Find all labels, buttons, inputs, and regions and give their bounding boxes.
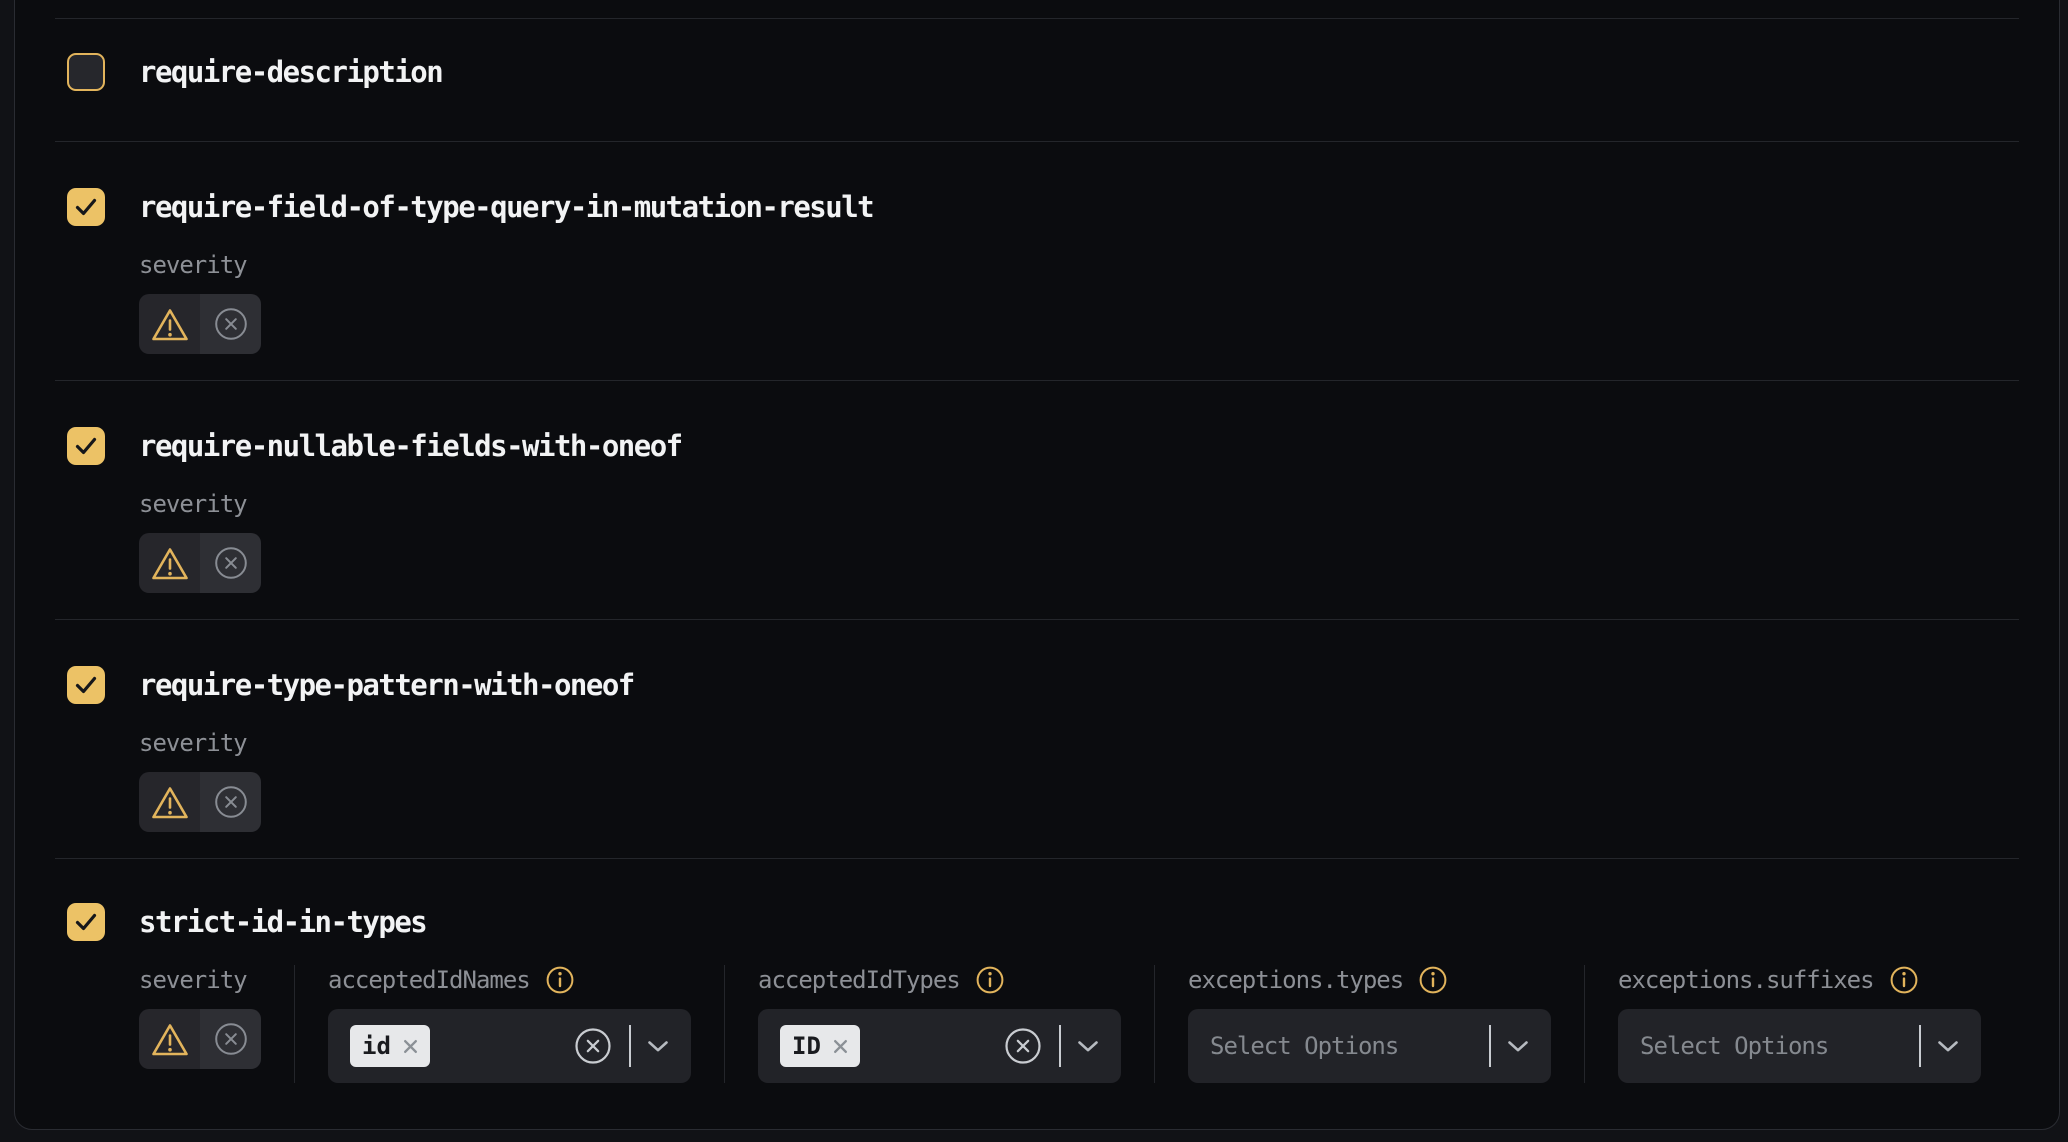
select-separator bbox=[1489, 1025, 1491, 1067]
exceptions-types-label: exceptions.types bbox=[1188, 966, 1403, 994]
severity-label: severity bbox=[139, 490, 247, 518]
checkmark-icon bbox=[74, 912, 98, 932]
selected-tag: id bbox=[350, 1025, 430, 1067]
clear-selection-icon[interactable] bbox=[1003, 1026, 1043, 1066]
acceptedIdNames-label: acceptedIdNames bbox=[328, 966, 530, 994]
rule-checkbox-checked[interactable] bbox=[67, 903, 105, 941]
info-circle-icon[interactable] bbox=[1889, 965, 1919, 995]
rule-row-require-nullable-fields-with-oneof: require-nullable-fields-with-oneof sever… bbox=[55, 380, 2019, 619]
exceptions-types-multiselect[interactable]: Select Options bbox=[1188, 1009, 1551, 1083]
rule-row-require-type-pattern-with-oneof: require-type-pattern-with-oneof severity bbox=[55, 619, 2019, 858]
circle-x-icon bbox=[213, 306, 249, 342]
rule-row-require-field-of-type-query-in-mutation-result: require-field-of-type-query-in-mutation-… bbox=[55, 141, 2019, 380]
column-divider bbox=[724, 965, 725, 1083]
rule-title: require-nullable-fields-with-oneof bbox=[139, 429, 682, 463]
acceptedIdTypes-option: acceptedIdTypes ID bbox=[758, 965, 1121, 1083]
tag-label: id bbox=[362, 1032, 391, 1060]
select-separator bbox=[629, 1025, 631, 1067]
severity-off-button[interactable] bbox=[200, 294, 261, 354]
acceptedIdTypes-label: acceptedIdTypes bbox=[758, 966, 960, 994]
select-separator bbox=[1919, 1025, 1921, 1067]
circle-x-icon bbox=[213, 545, 249, 581]
rule-title: strict-id-in-types bbox=[139, 905, 426, 939]
severity-label: severity bbox=[139, 729, 247, 757]
rules-config-panel: require-description require-field-of-typ… bbox=[14, 0, 2060, 1130]
info-circle-icon[interactable] bbox=[1418, 965, 1448, 995]
acceptedIdNames-multiselect[interactable]: id bbox=[328, 1009, 691, 1083]
severity-toggle-group bbox=[139, 1009, 261, 1069]
exceptions-types-option: exceptions.types Select Options bbox=[1188, 965, 1551, 1083]
severity-option: severity bbox=[139, 489, 2019, 593]
column-divider bbox=[294, 965, 295, 1083]
column-divider bbox=[1584, 965, 1585, 1083]
rule-title: require-field-of-type-query-in-mutation-… bbox=[139, 190, 873, 224]
warning-triangle-icon bbox=[150, 784, 190, 821]
acceptedIdTypes-multiselect[interactable]: ID bbox=[758, 1009, 1121, 1083]
rule-checkbox-checked[interactable] bbox=[67, 188, 105, 226]
checkmark-icon bbox=[74, 675, 98, 695]
chevron-down-icon[interactable] bbox=[1077, 1040, 1099, 1053]
severity-option: severity bbox=[139, 250, 2019, 354]
severity-warn-button[interactable] bbox=[139, 1009, 200, 1069]
chevron-down-icon[interactable] bbox=[647, 1040, 669, 1053]
info-circle-icon[interactable] bbox=[975, 965, 1005, 995]
rule-checkbox-checked[interactable] bbox=[67, 666, 105, 704]
severity-toggle-group bbox=[139, 533, 261, 593]
exceptions-suffixes-label: exceptions.suffixes bbox=[1618, 966, 1874, 994]
exceptions-suffixes-option: exceptions.suffixes Select Options bbox=[1618, 965, 1981, 1083]
rule-row-strict-id-in-types: strict-id-in-types severity bbox=[55, 858, 2019, 1123]
rule-checkbox-checked[interactable] bbox=[67, 427, 105, 465]
warning-triangle-icon bbox=[150, 306, 190, 343]
circle-x-icon bbox=[213, 784, 249, 820]
rule-title: require-type-pattern-with-oneof bbox=[139, 668, 634, 702]
severity-label: severity bbox=[139, 251, 247, 279]
select-separator bbox=[1059, 1025, 1061, 1067]
severity-off-button[interactable] bbox=[200, 533, 261, 593]
rule-row-require-description: require-description bbox=[55, 18, 2019, 141]
rule-title: require-description bbox=[139, 55, 442, 89]
circle-x-icon bbox=[213, 1021, 249, 1057]
selected-tag: ID bbox=[780, 1025, 860, 1067]
severity-warn-button[interactable] bbox=[139, 533, 200, 593]
remove-tag-x-icon[interactable] bbox=[403, 1039, 418, 1054]
checkmark-icon bbox=[74, 197, 98, 217]
info-circle-icon[interactable] bbox=[545, 965, 575, 995]
severity-warn-button[interactable] bbox=[139, 294, 200, 354]
severity-off-button[interactable] bbox=[200, 772, 261, 832]
acceptedIdNames-option: acceptedIdNames id bbox=[328, 965, 691, 1083]
column-divider bbox=[1154, 965, 1155, 1083]
select-placeholder: Select Options bbox=[1210, 1032, 1473, 1060]
severity-option: severity bbox=[139, 965, 261, 1083]
severity-warn-button[interactable] bbox=[139, 772, 200, 832]
select-placeholder: Select Options bbox=[1640, 1032, 1903, 1060]
clear-selection-icon[interactable] bbox=[573, 1026, 613, 1066]
severity-option: severity bbox=[139, 728, 2019, 832]
severity-label: severity bbox=[139, 966, 247, 994]
severity-off-button[interactable] bbox=[200, 1009, 261, 1069]
rule-checkbox-unchecked[interactable] bbox=[67, 53, 105, 91]
exceptions-suffixes-multiselect[interactable]: Select Options bbox=[1618, 1009, 1981, 1083]
remove-tag-x-icon[interactable] bbox=[833, 1039, 848, 1054]
warning-triangle-icon bbox=[150, 545, 190, 582]
warning-triangle-icon bbox=[150, 1021, 190, 1058]
chevron-down-icon[interactable] bbox=[1507, 1040, 1529, 1053]
chevron-down-icon[interactable] bbox=[1937, 1040, 1959, 1053]
severity-toggle-group bbox=[139, 294, 261, 354]
tag-label: ID bbox=[792, 1032, 821, 1060]
severity-toggle-group bbox=[139, 772, 261, 832]
checkmark-icon bbox=[74, 436, 98, 456]
